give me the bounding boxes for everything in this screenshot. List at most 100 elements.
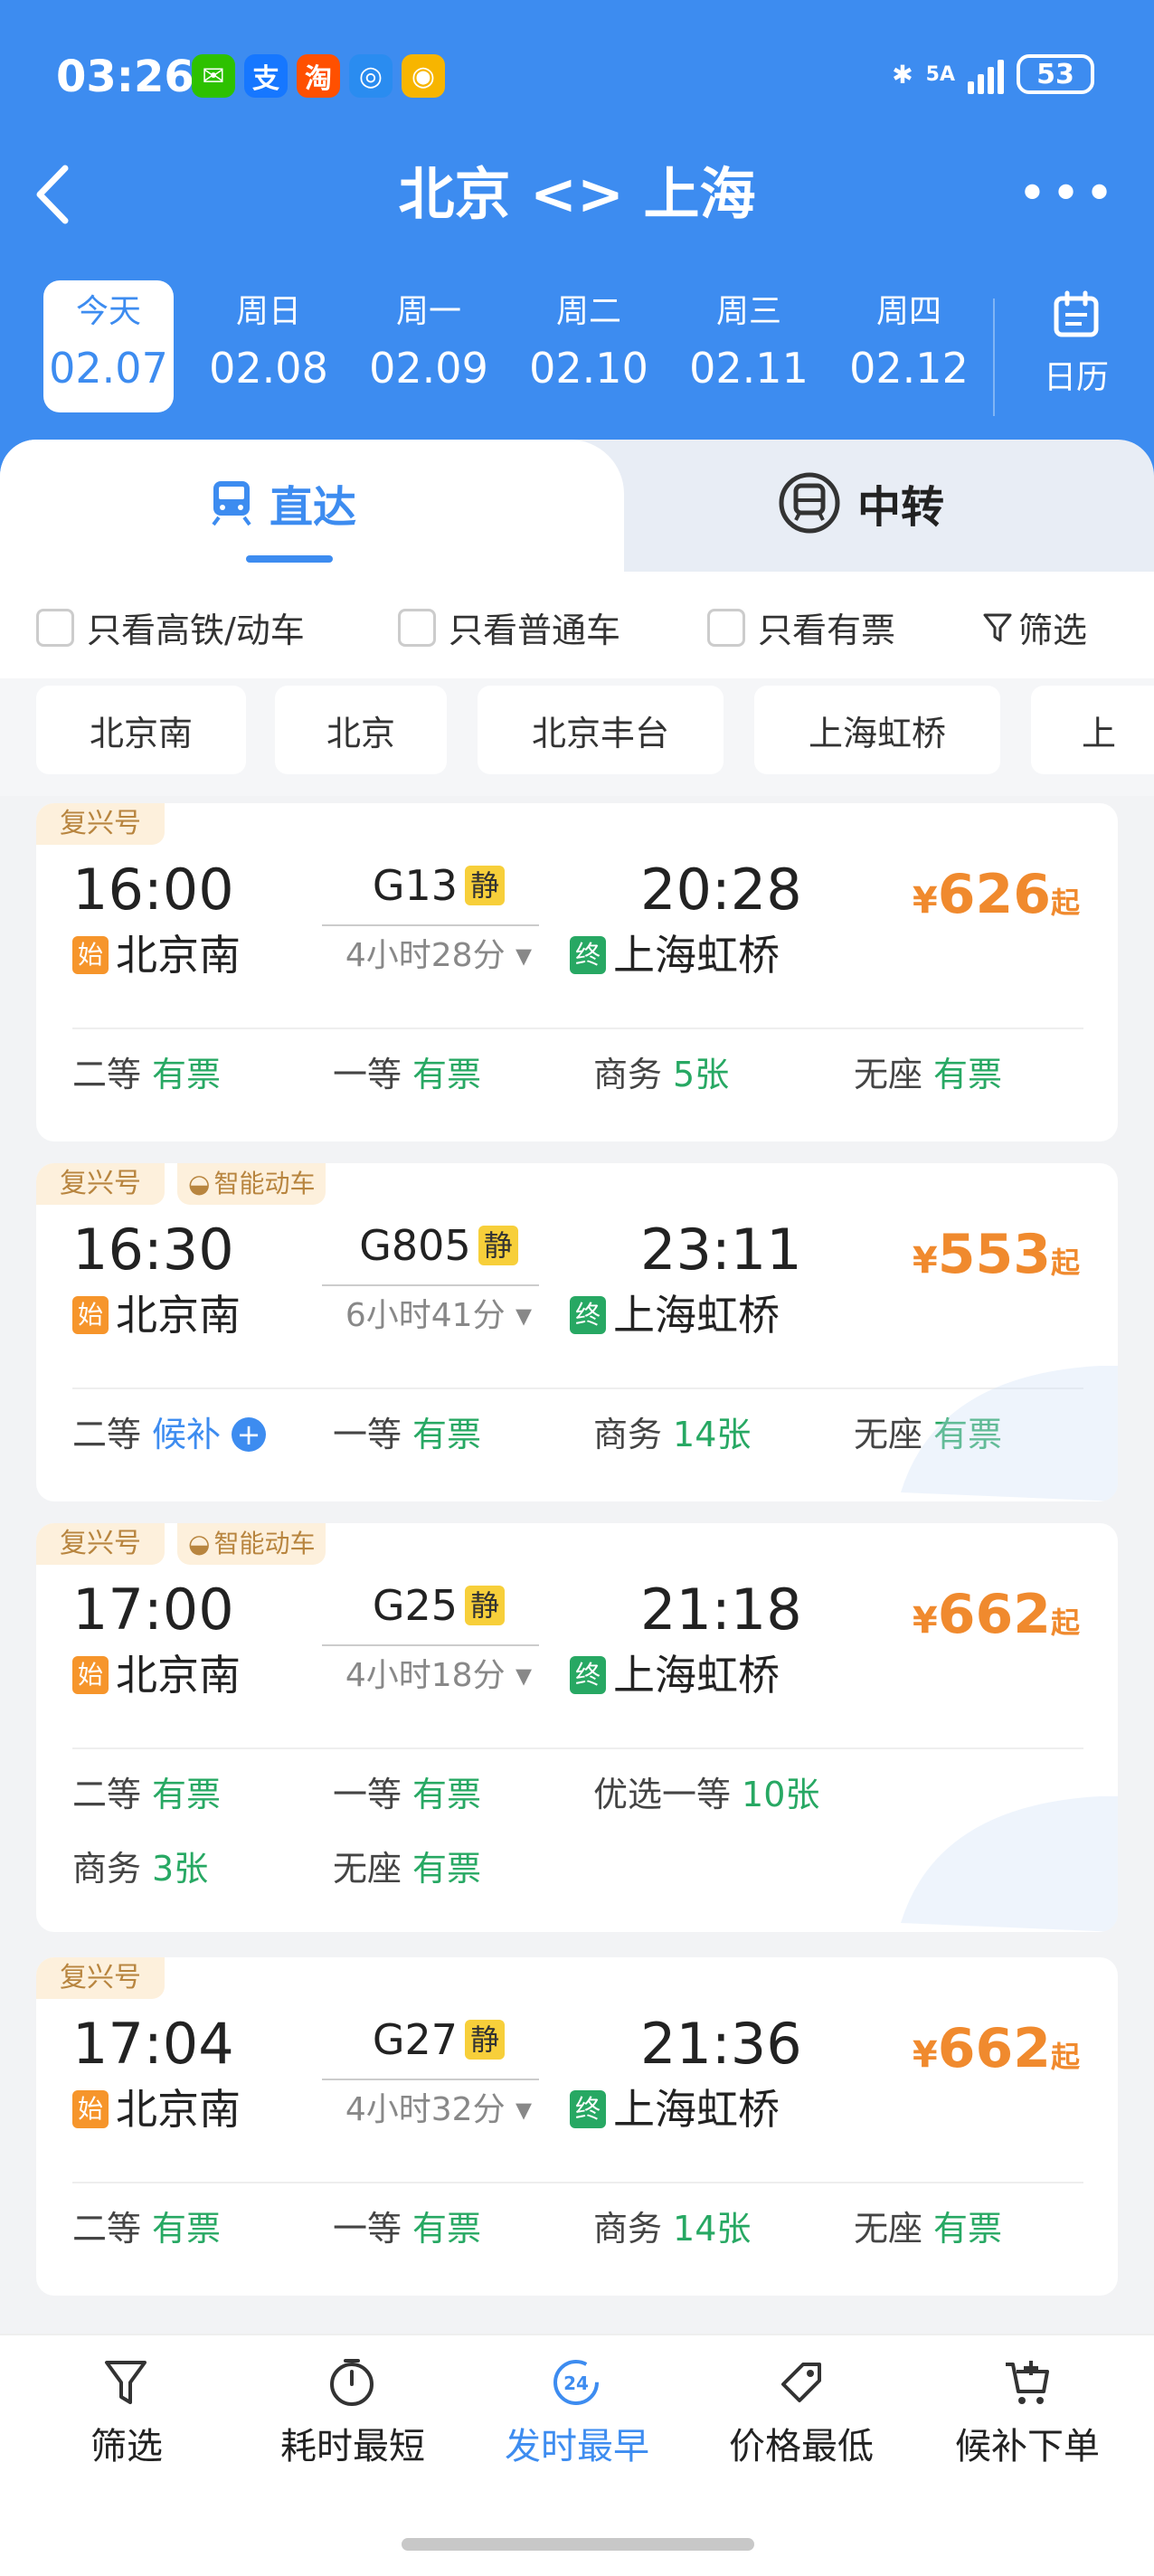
- seat-availability[interactable]: 二等 有票: [72, 2202, 221, 2256]
- seat-availability[interactable]: 无座有票: [854, 1047, 1002, 1102]
- date-tab[interactable]: 周日 02.08: [203, 280, 334, 412]
- date-tab[interactable]: 周二 02.10: [524, 280, 654, 412]
- seat-availability[interactable]: 一等 有票: [333, 1767, 481, 1822]
- start-badge: 始: [72, 1656, 109, 1694]
- train-number[interactable]: G25 静: [326, 1581, 552, 1630]
- seat-availability[interactable]: 一等 有票: [333, 2202, 481, 2256]
- seat-class: 二等: [72, 1055, 142, 1094]
- browser-icon: ◎: [349, 54, 393, 98]
- taobao-icon: 淘: [297, 54, 340, 98]
- seat-availability[interactable]: 商务 5张: [593, 1047, 729, 1102]
- seat-status: 3张: [152, 1849, 209, 1889]
- calendar-button[interactable]: 日历: [1031, 289, 1121, 407]
- start-badge: 始: [72, 936, 109, 974]
- seat-status: 有票: [412, 2209, 482, 2249]
- status-bar: 03:26 ✉ 支淘 ◎ ◉ ✱ 5A 53: [0, 45, 1154, 109]
- currency-symbol: ¥: [912, 880, 938, 922]
- bottom-nav-item[interactable]: 筛选: [27, 2357, 226, 2469]
- date-weekday: 周二: [555, 293, 621, 330]
- seat-status: 有票: [152, 2209, 222, 2249]
- seat-class: 商务: [593, 1055, 663, 1094]
- home-indicator[interactable]: [402, 2538, 754, 2551]
- date-selector: 今天 02.07 周日 02.08 周一 02.09 周二 02.10 周三 02.11 周四 02.…: [43, 280, 1111, 412]
- date-tab[interactable]: 今天 02.07: [43, 280, 174, 412]
- checkbox-available[interactable]: 只看有票: [707, 602, 895, 652]
- arrival-time: 23:11: [640, 1217, 802, 1283]
- train-card[interactable]: 复兴号 ◒ 智能动车 17:00 G25 静 4小时18分 ▾ 21:18 始北京南 终上海虹桥 ¥…: [36, 1523, 1118, 1932]
- bottom-nav-item[interactable]: 候补下单: [928, 2357, 1127, 2469]
- arrival-station: 终上海虹桥: [570, 928, 780, 982]
- duration[interactable]: 4小时32分 ▾: [326, 2088, 552, 2133]
- tab-direct[interactable]: 直达: [210, 476, 356, 533]
- seat-status: 有票: [152, 1775, 222, 1814]
- train-number[interactable]: G27 静: [326, 2015, 552, 2064]
- duration[interactable]: 6小时41分 ▾: [326, 1293, 552, 1339]
- seat-availability[interactable]: 二等 有票: [72, 1047, 221, 1102]
- seat-availability[interactable]: 二等 有票: [72, 1767, 221, 1822]
- tab-transfer-label: 中转: [857, 482, 945, 533]
- chevron-down-icon: ▾: [505, 2091, 533, 2128]
- seat-availability[interactable]: 一等 有票: [333, 1407, 481, 1462]
- price-suffix: 起: [1050, 886, 1080, 920]
- train-number[interactable]: G805 静: [326, 1221, 552, 1270]
- bottom-nav-item[interactable]: 耗时最短: [253, 2357, 452, 2469]
- station-chip[interactable]: 北京丰台: [478, 686, 724, 774]
- arrival-time: 21:36: [640, 2011, 802, 2077]
- date-tab[interactable]: 周一 02.09: [364, 280, 494, 412]
- train-card[interactable]: 复兴号 16:00 G13 静 4小时28分 ▾ 20:28 始北京南 终上海虹桥 ¥626起二…: [36, 803, 1118, 1141]
- filter-button[interactable]: 筛选: [982, 602, 1087, 652]
- train-card[interactable]: 复兴号 17:04 G27 静 4小时32分 ▾ 21:36 始北京南 终上海虹桥 ¥662起二…: [36, 1957, 1118, 2296]
- seat-availability[interactable]: 一等 有票: [333, 1047, 481, 1102]
- bottom-nav-item[interactable]: 价格最低: [702, 2357, 901, 2469]
- seat-availability[interactable]: 无座有票: [333, 1842, 481, 1896]
- checkbox-high-speed[interactable]: 只看高铁/动车: [36, 602, 305, 652]
- duration[interactable]: 4小时18分 ▾: [326, 1653, 552, 1699]
- header: 03:26 ✉ 支淘 ◎ ◉ ✱ 5A 53 北京 <> 上海 ••• 今天 02.07…: [0, 0, 1154, 507]
- seat-status: 候补: [152, 1415, 222, 1454]
- battery-icon: 53: [1017, 54, 1094, 94]
- train-number-label: G805: [359, 1221, 471, 1270]
- seat-status: 14张: [673, 1415, 752, 1454]
- chevron-down-icon: ▾: [505, 1297, 533, 1334]
- date-value: 02.12: [849, 344, 969, 393]
- seat-availability[interactable]: 商务 14张: [593, 2202, 751, 2256]
- seat-availability[interactable]: 优选一等 10张: [593, 1767, 819, 1822]
- date-tab[interactable]: 周三 02.11: [684, 280, 814, 412]
- checkbox-normal-train[interactable]: 只看普通车: [398, 602, 620, 652]
- seat-availability[interactable]: 二等 候补 +: [72, 1407, 267, 1462]
- train-tag: 复兴号: [36, 1957, 165, 1999]
- price: ¥626起: [913, 863, 1080, 934]
- seat-class: 优选一等: [593, 1775, 732, 1814]
- date-tab[interactable]: 周四 02.12: [844, 280, 974, 412]
- seat-availability[interactable]: 商务 14张: [593, 1407, 751, 1462]
- departure-station-name: 北京南: [116, 1291, 241, 1340]
- departure-station: 始北京南: [72, 1288, 241, 1342]
- price-value: 662: [937, 2017, 1051, 2080]
- departure-time: 16:30: [72, 1217, 234, 1283]
- duration[interactable]: 4小时28分 ▾: [326, 933, 552, 979]
- tab-direct-label: 直达: [270, 482, 357, 533]
- seat-class: 二等: [72, 1415, 142, 1454]
- currency-symbol: ¥: [912, 1600, 938, 1642]
- seat-class: 一等: [333, 1775, 402, 1814]
- arrival-station-name: 上海虹桥: [613, 1651, 780, 1700]
- calendar-label: 日历: [1043, 359, 1109, 396]
- bottom-nav-item[interactable]: 24 发时最早: [478, 2357, 676, 2469]
- seat-class: 一等: [333, 1415, 402, 1454]
- arrival-time: 20:28: [640, 857, 802, 923]
- tab-transfer[interactable]: 中转: [778, 472, 944, 534]
- station-chip[interactable]: 上: [1031, 686, 1154, 774]
- seat-availability[interactable]: 无座有票: [854, 2202, 1002, 2256]
- station-chip[interactable]: 上海虹桥: [754, 686, 1000, 774]
- station-chip[interactable]: 北京南: [36, 686, 246, 774]
- seat-class: 二等: [72, 2209, 142, 2249]
- seat-availability[interactable]: 商务 3张: [72, 1842, 208, 1896]
- train-card[interactable]: 复兴号 ◒ 智能动车 16:30 G805 静 6小时41分 ▾ 23:11 始北京南 终上海虹桥…: [36, 1163, 1118, 1501]
- filter-bar: 只看高铁/动车 只看普通车 只看有票 筛选: [0, 572, 1154, 678]
- train-watermark-icon: [901, 1366, 1118, 1501]
- seat-class: 一等: [333, 1055, 402, 1094]
- tab-indicator: [246, 555, 333, 563]
- train-number[interactable]: G13 静: [326, 861, 552, 910]
- more-icon[interactable]: •••: [1017, 169, 1118, 220]
- station-chip[interactable]: 北京: [275, 686, 447, 774]
